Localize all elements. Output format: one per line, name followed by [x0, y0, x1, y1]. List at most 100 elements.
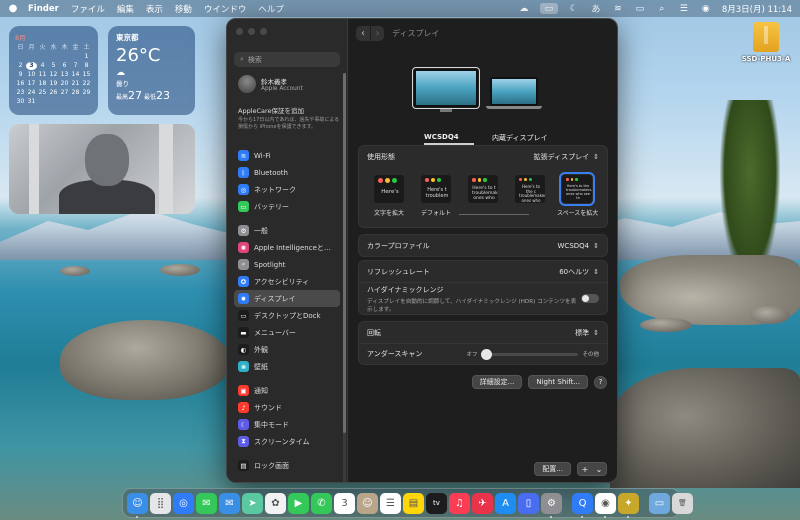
sidebar-item-general-gear[interactable]: ⚙ 一般 — [234, 222, 340, 239]
sidebar-item-apple-intelligence[interactable]: ✺ Apple Intelligenceと… — [234, 239, 340, 256]
sidebar-item-appearance[interactable]: ◐ 外観 — [234, 341, 340, 358]
spotlight-search-icon[interactable]: ⌕ — [656, 3, 668, 14]
calendar-day[interactable]: 17 — [26, 80, 37, 88]
cloud-status-icon[interactable]: ☁ — [518, 3, 530, 14]
help-button[interactable]: ? — [594, 375, 607, 389]
mail-icon[interactable]: ✉ — [219, 492, 240, 514]
sidebar-item-network[interactable]: ◎ ネットワーク — [234, 181, 340, 198]
calendar-day[interactable]: 31 — [26, 98, 37, 106]
calendar-day[interactable]: 2 — [15, 62, 26, 70]
sidebar-item-notifications[interactable]: ▣ 通知 — [234, 382, 340, 399]
calendar-day[interactable]: 20 — [59, 80, 70, 88]
builtin-display-thumbnail[interactable] — [486, 77, 542, 109]
hdr-toggle[interactable] — [581, 294, 599, 303]
wifi-status-icon[interactable]: ≋ — [612, 3, 624, 14]
calendar-day[interactable]: 8 — [81, 62, 92, 70]
calendar-today[interactable]: 3 — [26, 62, 37, 70]
chrome-icon[interactable]: ◉ — [595, 492, 616, 518]
sidebar-item-desktop-dock[interactable]: ▭ デスクトップとDock — [234, 307, 340, 324]
focus-moon-icon[interactable]: ☾ — [568, 3, 580, 14]
sidebar-scrollbar[interactable] — [343, 73, 346, 482]
photo-widget[interactable] — [9, 124, 195, 214]
forward-chevron-icon[interactable]: › — [370, 25, 384, 41]
color-profile-popup[interactable]: WCSDQ4 ⇕ — [558, 242, 599, 250]
calendar-day[interactable]: 4 — [37, 62, 48, 70]
calendar-day[interactable]: 29 — [81, 89, 92, 97]
screen-mirroring-icon[interactable]: ▭ — [539, 3, 558, 14]
calendar-day[interactable]: 16 — [15, 80, 26, 88]
rotation-popup[interactable]: 標準 ⇕ — [575, 328, 599, 338]
calendar-day[interactable]: 13 — [59, 71, 70, 79]
contacts-icon[interactable]: ☺ — [357, 492, 378, 514]
calendar-day[interactable]: 18 — [37, 80, 48, 88]
calendar-day[interactable]: 7 — [70, 62, 81, 70]
display-label-external[interactable]: WCSDQ4 — [424, 133, 459, 141]
quicktime-icon[interactable]: Q — [572, 492, 593, 518]
siri-icon[interactable]: ◉ — [700, 3, 712, 14]
menu-go[interactable]: 移動 — [175, 3, 192, 15]
battery-status-icon[interactable]: ▭ — [634, 3, 646, 14]
sidebar-item-lock-screen[interactable]: ▤ ロック画面 — [234, 457, 340, 474]
safari-icon[interactable]: ◎ — [173, 492, 194, 514]
facetime-icon[interactable]: ▶ — [288, 492, 309, 514]
applecare-promo[interactable]: AppleCare保証を追加 今から17日以内であれば、過失や事故による損傷から… — [238, 105, 340, 131]
advanced-settings-button[interactable]: 詳細設定... — [471, 375, 523, 389]
sidebar-scrollbar-thumb[interactable] — [343, 73, 346, 433]
launchpad-icon[interactable]: ⣿ — [150, 492, 171, 514]
calendar-day[interactable]: 25 — [37, 89, 48, 97]
calendar-day[interactable]: 5 — [48, 62, 59, 70]
finder-icon[interactable]: ☺ — [127, 492, 148, 518]
usage-popup[interactable]: 拡張ディスプレイ ⇕ — [534, 152, 599, 162]
menu-file[interactable]: ファイル — [71, 3, 105, 15]
resolution-option[interactable]: Here's to the troublemakers. ones who se… — [557, 172, 598, 223]
search-input[interactable] — [247, 55, 328, 64]
calendar-day[interactable]: 22 — [81, 80, 92, 88]
apple-menu-icon[interactable]: ● — [8, 3, 18, 14]
calendar-day[interactable]: 12 — [48, 71, 59, 79]
messages-icon[interactable]: ✉ — [196, 492, 217, 514]
calendar-day[interactable]: 11 — [37, 71, 48, 79]
sidebar-item-battery[interactable]: ▭ バッテリー — [234, 198, 340, 215]
resolution-option[interactable]: Here's to the c troublemakers. ones who … — [510, 175, 550, 223]
calendar-day[interactable]: 14 — [70, 71, 81, 79]
back-chevron-icon[interactable]: ‹ — [356, 26, 370, 41]
menu-view[interactable]: 表示 — [146, 3, 163, 15]
resolution-option[interactable]: Here's 文字を拡大 — [369, 175, 409, 223]
photos-icon[interactable]: ✿ — [265, 492, 286, 514]
notes-icon[interactable]: ▤ — [403, 492, 424, 514]
resolution-option[interactable]: Here's to t troublemake ones who — [463, 175, 503, 223]
underscan-slider-knob[interactable] — [481, 348, 493, 360]
minimize-window-button[interactable] — [248, 28, 255, 35]
weather-widget[interactable]: 東京都 26°C ☁ 曇り 最高27 最低23 — [108, 26, 195, 115]
menu-app-name[interactable]: Finder — [28, 4, 59, 14]
sidebar-item-wallpaper[interactable]: ❀ 壁紙 — [234, 358, 340, 375]
external-drive[interactable]: SSD-PHU3-A — [734, 22, 798, 63]
calendar-day[interactable]: 23 — [15, 89, 26, 97]
input-method-icon[interactable]: あ — [590, 3, 602, 15]
external-display-thumbnail[interactable] — [412, 67, 480, 112]
sidebar-item-bluetooth[interactable]: ᛒ Bluetooth — [234, 164, 340, 181]
trash-icon[interactable]: 🗑 — [672, 492, 693, 514]
control-center-icon[interactable]: ☰ — [678, 3, 690, 14]
menu-edit[interactable]: 編集 — [117, 3, 134, 15]
search-field[interactable]: ⌕ — [234, 52, 340, 67]
calendar-day[interactable]: 27 — [59, 89, 70, 97]
calendar-day[interactable]: 30 — [15, 98, 26, 106]
sidebar-item-focus[interactable]: ☾ 集中モード — [234, 416, 340, 433]
calendar-day[interactable]: 24 — [26, 89, 37, 97]
calendar-day[interactable]: 15 — [81, 71, 92, 79]
calendar-icon[interactable]: 3 — [334, 492, 355, 514]
calendar-day[interactable]: 19 — [48, 80, 59, 88]
calendar-widget[interactable]: 8月 日月火水木金土 1 2 3 4 5 6 7 8 9 10 11 12 13 14 15 16 17 18 19 2… — [9, 26, 98, 115]
apple-tv-icon[interactable]: tv — [426, 492, 447, 514]
app-store-icon[interactable]: A — [495, 492, 516, 514]
calendar-day[interactable]: 28 — [70, 89, 81, 97]
menu-window[interactable]: ウインドウ — [204, 3, 247, 15]
podcasts-news-icon[interactable]: ✈ — [472, 492, 493, 514]
apple-account[interactable]: 鈴木義孝 Apple Account — [238, 75, 303, 93]
sidebar-item-accessibility[interactable]: ✪ アクセシビリティ — [234, 273, 340, 290]
music-icon[interactable]: ♫ — [449, 492, 470, 514]
sidebar-item-sound[interactable]: ♪ サウンド — [234, 399, 340, 416]
close-window-button[interactable] — [236, 28, 243, 35]
maps-icon[interactable]: ➤ — [242, 492, 263, 514]
